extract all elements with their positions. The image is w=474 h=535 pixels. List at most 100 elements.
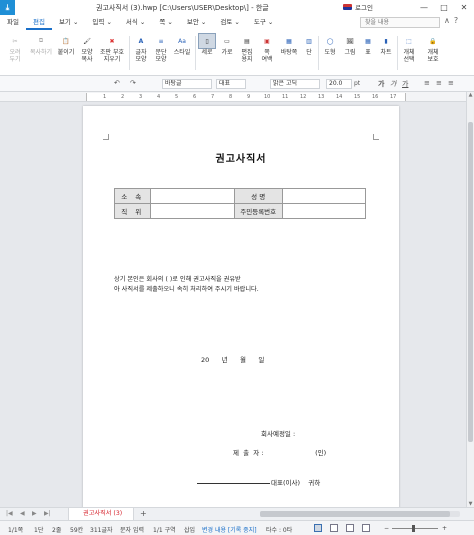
align-left-icon[interactable]: ≡ (424, 79, 430, 87)
object-select-button[interactable]: ⬚ 개체 선택 (399, 34, 419, 74)
login-button[interactable]: 로그인 (343, 2, 373, 12)
chart-label: 차트 (380, 49, 392, 56)
italic-icon[interactable]: 가 (390, 79, 396, 89)
table-button[interactable]: ▦ 표 (360, 34, 376, 74)
status-keystrokes: 타수 : 0타 (266, 527, 293, 534)
copy-button[interactable]: ⧉ 복사하기 (26, 34, 56, 74)
landscape-button[interactable]: ▭ 가로 (217, 34, 237, 74)
columns-label: 단 (306, 49, 312, 56)
zoom-slider[interactable] (392, 528, 438, 529)
next-tab-icon[interactable]: ▶ (32, 510, 37, 517)
vertical-scrollbar[interactable]: ▲ ▼ (466, 92, 474, 507)
language-select[interactable]: 대표 (216, 79, 246, 89)
crop-mark (103, 134, 109, 140)
para-shape-button[interactable]: ≡ 문단 모양 (151, 34, 171, 74)
paste-button[interactable]: 📋 붙이기 (54, 34, 78, 74)
menu-format[interactable]: 서식 ⌄ (119, 15, 152, 30)
menu-page[interactable]: 쪽 ⌄ (152, 15, 180, 30)
name-cell[interactable] (281, 188, 367, 204)
cut-button[interactable]: ✂ 오려 두기 (3, 34, 27, 74)
font-select[interactable]: 맑은 고딕 (270, 79, 320, 89)
status-page[interactable]: 1/1쪽 (8, 525, 23, 534)
bold-icon[interactable]: 가 (378, 79, 384, 89)
menu-view[interactable]: 보기 ⌄ (52, 15, 85, 30)
zoom-in-icon[interactable]: + (442, 525, 447, 532)
menu-security[interactable]: 보안 ⌄ (180, 15, 213, 30)
status-insert-mode[interactable]: 삽입 (184, 525, 195, 534)
resident-number-cell[interactable] (281, 203, 367, 219)
tab-document[interactable]: 권고사직서 (3) (68, 508, 134, 520)
menu-insert[interactable]: 입력 ⌄ (85, 15, 118, 30)
align-right-icon[interactable]: ≡ (448, 79, 454, 87)
undo-icon[interactable]: ↶ (114, 79, 120, 87)
info-table[interactable]: 소 속 성 명 직 위 주민등록번호 (113, 188, 367, 219)
char-shape-button[interactable]: A 글자 모양 (131, 34, 151, 74)
master-page-label: 바탕쪽 (280, 49, 298, 56)
underline-icon[interactable]: 가 (402, 79, 408, 89)
vertical-scroll-thumb[interactable] (468, 122, 473, 442)
document-page[interactable]: 권고사직서 소 속 성 명 직 위 주민등록번호 상기 본인은 회사의 ( )로… (83, 106, 399, 507)
columns-button[interactable]: ▥ 단 (301, 34, 317, 74)
menu-tools[interactable]: 도구 ⌄ (247, 15, 280, 30)
status-input-mode[interactable]: 문자 입력 (120, 525, 144, 534)
format-painter-button[interactable]: 🖌 모양 복사 (77, 34, 97, 74)
shape-button[interactable]: ◯ 도형 (320, 34, 340, 74)
style-button[interactable]: Aa 스타일 (170, 34, 194, 74)
status-section: 1단 (34, 527, 44, 534)
web-view-icon[interactable] (330, 524, 338, 532)
search-input[interactable] (360, 17, 440, 28)
prev-tab-icon[interactable]: ◀ (20, 510, 25, 517)
crop-mark (373, 134, 379, 140)
style-select[interactable]: 바탕글 (162, 79, 212, 89)
menu-edit[interactable]: 편집 (25, 15, 52, 30)
scroll-up-icon[interactable]: ▲ (467, 92, 474, 98)
horizontal-scrollbar[interactable] (260, 511, 460, 517)
picture-button[interactable]: 🖼 그림 (340, 34, 360, 74)
scissors-icon: ✂ (12, 37, 18, 45)
portrait-button[interactable]: ▯ 세로 (197, 33, 217, 74)
font-size-input[interactable]: 20.0 (326, 79, 352, 89)
last-tab-icon[interactable]: ▶| (44, 510, 51, 517)
affiliation-cell[interactable] (150, 188, 235, 204)
outline-view-icon[interactable] (346, 524, 354, 532)
first-tab-icon[interactable]: |◀ (6, 510, 13, 517)
master-page-button[interactable]: ▦ 바탕쪽 (277, 34, 301, 74)
status-column: 59칸 (70, 527, 84, 534)
collapse-ribbon-icon[interactable]: ∧ (444, 16, 450, 25)
minimize-button[interactable]: — (418, 1, 430, 13)
add-tab-icon[interactable]: + (140, 509, 147, 518)
shape-label: 도형 (324, 49, 336, 56)
ruler-number: 11 (282, 94, 289, 100)
normal-view-icon[interactable] (314, 524, 322, 532)
position-cell[interactable] (150, 203, 235, 219)
redo-icon[interactable]: ↷ (130, 79, 136, 87)
margin-button[interactable]: ▣ 쪽 여백 (257, 34, 277, 74)
table-icon: ▦ (365, 37, 371, 45)
horizontal-ruler[interactable]: 1 2 3 4 5 6 7 8 9 10 11 12 13 14 15 16 1… (0, 92, 466, 102)
help-icon[interactable]: ? (454, 16, 458, 25)
maximize-button[interactable]: □ (438, 1, 450, 13)
horizontal-scroll-thumb[interactable] (260, 511, 450, 517)
menu-review[interactable]: 검토 ⌄ (213, 15, 246, 30)
status-line: 2줄 (52, 527, 62, 534)
close-button[interactable]: ✕ (458, 1, 470, 13)
shape-icon: ◯ (326, 37, 334, 45)
document-workspace[interactable]: 권고사직서 소 속 성 명 직 위 주민등록번호 상기 본인은 회사의 ( )로… (0, 102, 466, 507)
status-area: 1/1 구역 (153, 527, 176, 534)
chart-icon: ▮ (384, 37, 388, 45)
clear-codes-button[interactable]: ✖ 조판 부호 지우기 (96, 34, 128, 74)
align-center-icon[interactable]: ≡ (436, 79, 442, 87)
zoom-slider-knob[interactable] (411, 525, 415, 532)
ruler-number: 3 (139, 94, 143, 100)
name-header: 성 명 (233, 188, 283, 204)
zoom-out-icon[interactable]: − (384, 525, 389, 532)
object-protect-button[interactable]: 🔒 개체 보호 (423, 34, 443, 74)
ribbon-separator (397, 36, 398, 70)
page-setup-button[interactable]: ▤ 편집 용지 (237, 34, 257, 74)
chart-button[interactable]: ▮ 차트 (376, 34, 396, 74)
margin-icon: ▣ (264, 37, 270, 45)
menu-file[interactable]: 파일 (0, 15, 26, 30)
status-track-changes[interactable]: 변경 내용 [기록 중지] (202, 525, 257, 534)
page-view-icon[interactable] (362, 524, 370, 532)
picture-label: 그림 (344, 49, 356, 56)
